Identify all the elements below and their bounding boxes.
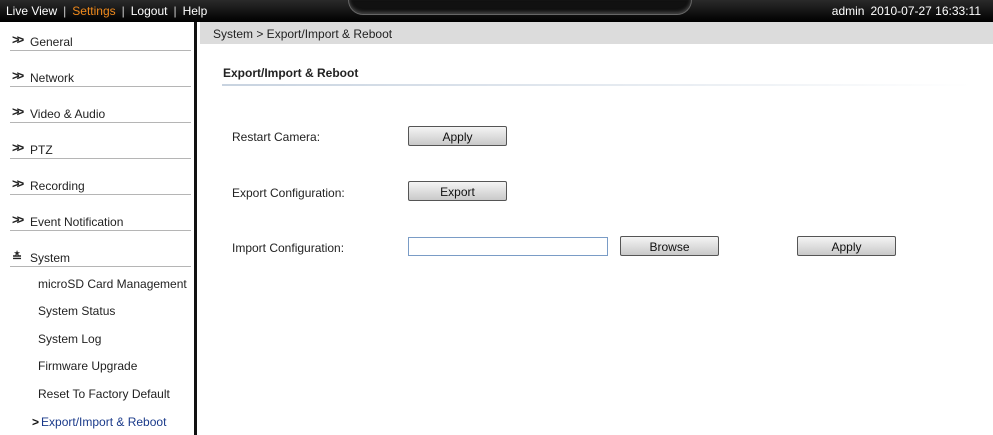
double-chevron-right-icon: >> [12,32,24,47]
browse-button[interactable]: Browse [620,236,719,256]
double-chevron-right-icon: >> [12,176,24,191]
datetime: 2010-07-27 16:33:11 [870,4,981,18]
sidebar-subitem-reset-factory[interactable]: Reset To Factory Default [38,387,170,401]
top-bar: Live View | Settings | Logout | Help admin 2010… [0,0,993,22]
double-chevron-right-icon: >> [12,140,24,155]
sidebar-item-label: PTZ [30,143,53,157]
sidebar-subitem-microsd[interactable]: microSD Card Management [38,277,187,291]
caret-right-icon: > [32,415,40,429]
breadcrumb-bar: System > Export/Import & Reboot [200,22,993,44]
nav-help[interactable]: Help [183,4,208,18]
restart-apply-button[interactable]: Apply [408,126,507,146]
sidebar-item-event-notification[interactable]: >> Event Notification [10,206,191,231]
nav-separator: | [173,4,177,18]
sidebar-subitem-system-status[interactable]: System Status [38,304,115,318]
sidebar-item-label: Event Notification [30,215,124,229]
title-divider [222,84,972,86]
nav-settings[interactable]: Settings [72,4,115,18]
sidebar-item-label: System [30,251,71,265]
export-configuration-label: Export Configuration: [232,186,345,200]
sidebar-subitem-export-import-reboot[interactable]: > Export/Import & Reboot [32,415,166,429]
user-info: admin 2010-07-27 16:33:11 [832,4,981,18]
import-file-input[interactable] [408,237,608,256]
sidebar-item-video-audio[interactable]: >> Video & Audio [10,98,191,123]
restart-camera-label: Restart Camera: [232,130,321,144]
nav-live-view[interactable]: Live View [6,4,57,18]
double-chevron-right-icon: >> [12,212,24,227]
sidebar-item-ptz[interactable]: >> PTZ [10,134,191,159]
sidebar-item-label: Recording [30,179,85,193]
export-button[interactable]: Export [408,181,507,201]
double-chevron-right-icon: >> [12,68,24,83]
top-bar-tab-decoration [348,0,692,15]
page-title: Export/Import & Reboot [223,66,359,80]
sidebar-item-network[interactable]: >> Network [10,62,191,87]
sidebar-item-system[interactable]: ≛ System [10,242,191,267]
sidebar-item-general[interactable]: >> General [10,26,191,51]
sidebar-item-label: Video & Audio [30,107,106,121]
breadcrumb: System > Export/Import & Reboot [213,27,393,41]
nav-separator: | [63,4,67,18]
username: admin [831,4,865,18]
nav-separator: | [121,4,125,18]
double-chevron-right-icon: >> [12,104,24,119]
nav-logout[interactable]: Logout [131,4,168,18]
import-configuration-label: Import Configuration: [232,241,345,255]
sidebar: >> General >> Network >> Video & Audio >… [0,22,197,435]
double-chevron-down-icon: ≛ [12,250,23,264]
sidebar-item-recording[interactable]: >> Recording [10,170,191,195]
sidebar-item-label: General [30,35,73,49]
sidebar-subitem-system-log[interactable]: System Log [38,332,101,346]
top-nav: Live View | Settings | Logout | Help [6,4,207,18]
import-apply-button[interactable]: Apply [797,236,896,256]
sidebar-subitem-label: Export/Import & Reboot [41,415,167,429]
sidebar-subitem-firmware-upgrade[interactable]: Firmware Upgrade [38,359,137,373]
sidebar-item-label: Network [30,71,75,85]
